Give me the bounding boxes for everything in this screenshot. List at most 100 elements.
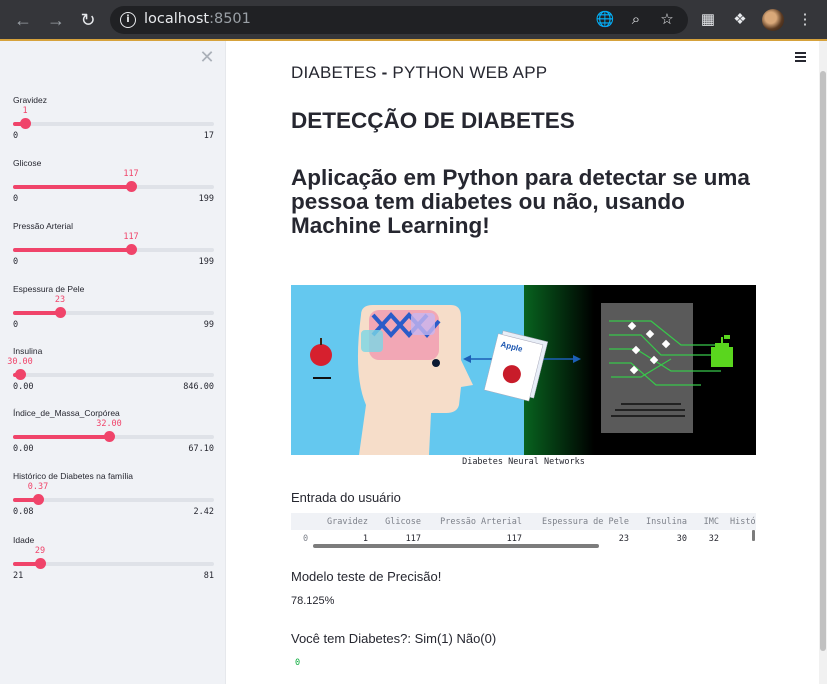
table-column-header[interactable]: Espessura de Pele	[542, 517, 629, 527]
page-scrollbar-thumb[interactable]	[820, 71, 826, 651]
slider-value: 1	[22, 106, 28, 116]
table-column-header[interactable]: Glicose	[385, 517, 421, 527]
user-input-table[interactable]: Gravidez Glicose Pressão Arterial Espessura…	[291, 513, 756, 549]
slider-track[interactable]	[13, 311, 214, 315]
slider-thumb[interactable]	[33, 494, 44, 505]
slider-value: 29	[34, 546, 46, 556]
slider-min: 0	[13, 194, 19, 204]
slider-max: 17	[203, 131, 214, 141]
slider-value: 23	[54, 295, 66, 305]
table-horizontal-scrollbar[interactable]	[313, 544, 599, 548]
page-subheading: Aplicação em Python para detectar se uma…	[291, 165, 750, 238]
table-column-header[interactable]: Histó	[730, 517, 756, 527]
accuracy-label: Modelo teste de Precisão!	[291, 569, 442, 584]
slider-min: 0.00	[13, 444, 34, 454]
table-cell[interactable]: 23	[619, 534, 629, 544]
forward-arrow-icon[interactable]: →	[45, 9, 67, 31]
slider-max: 99	[203, 320, 214, 330]
slider-value: 32.00	[96, 419, 122, 429]
slider-max: 199	[198, 257, 214, 267]
slider-value: 0.37	[27, 482, 49, 492]
slider-thumb[interactable]	[20, 118, 31, 129]
zoom-icon[interactable]: ⌕	[626, 10, 646, 30]
slider-max: 846.00	[183, 382, 214, 392]
slider-label: Pressão Arterial	[13, 221, 73, 231]
url-text[interactable]: localhost:8501	[144, 11, 251, 27]
slider-fill	[13, 185, 131, 189]
table-cell[interactable]: 1	[363, 534, 368, 544]
accuracy-value: 78.125%	[291, 595, 335, 607]
slider-fill	[13, 311, 60, 315]
table-row-index: 0	[303, 534, 309, 544]
slider-thumb[interactable]	[104, 431, 115, 442]
hamburger-menu-icon[interactable]	[795, 52, 809, 64]
slider-value: 117	[123, 169, 139, 179]
table-column-header[interactable]: Gravidez	[327, 517, 368, 527]
slider-min: 0	[13, 320, 19, 330]
slider-track[interactable]	[13, 122, 214, 126]
profile-avatar[interactable]	[762, 9, 784, 31]
slider-track[interactable]	[13, 185, 214, 189]
slider-fill	[13, 248, 131, 252]
prediction-label: Você tem Diabetes?: Sim(1) Não(0)	[291, 631, 497, 646]
slider-thumb[interactable]	[15, 369, 26, 380]
table-column-header[interactable]: Pressão Arterial	[440, 517, 522, 527]
table-column-header[interactable]: Insulina	[646, 517, 687, 527]
slider-value: 117	[123, 232, 139, 242]
close-sidebar-icon[interactable]: ✕	[199, 48, 215, 66]
extension-icon[interactable]: ▦	[697, 9, 719, 31]
slider-value: 30.00	[7, 357, 33, 367]
translate-icon[interactable]: 🌐	[595, 10, 615, 30]
page-heading: DETECÇÃO DE DIABETES	[291, 108, 575, 133]
slider-label: Insulina	[13, 346, 43, 356]
puzzle-extensions-icon[interactable]: ❖	[729, 9, 751, 31]
slider-1[interactable]: Glicose 117 0 199	[13, 158, 214, 210]
table-cell[interactable]: 117	[406, 534, 421, 544]
user-input-label: Entrada do usuário	[291, 490, 401, 505]
slider-2[interactable]: Pressão Arterial 117 0 199	[13, 221, 214, 273]
table-cell[interactable]: 32	[709, 534, 719, 544]
slider-label: Índice_de_Massa_Corpórea	[13, 408, 120, 418]
slider-5[interactable]: Índice_de_Massa_Corpórea 32.00 0.00 67.10	[13, 408, 214, 460]
slider-3[interactable]: Espessura de Pele 23 0 99	[13, 284, 214, 336]
slider-thumb[interactable]	[126, 181, 137, 192]
table-cell[interactable]: 117	[507, 534, 522, 544]
slider-fill	[13, 435, 109, 439]
address-bar[interactable]: i localhost:8501 🌐 ⌕ ☆	[110, 6, 688, 34]
reload-icon[interactable]: ↻	[77, 9, 99, 31]
site-info-icon[interactable]: i	[120, 12, 136, 28]
kebab-menu-icon[interactable]: ⋮	[794, 9, 816, 31]
slider-thumb[interactable]	[35, 558, 46, 569]
slider-4[interactable]: Insulina 30.00 0.00 846.00	[7, 346, 214, 398]
slider-track[interactable]	[13, 248, 214, 252]
slider-thumb[interactable]	[55, 307, 66, 318]
slider-min: 0	[13, 131, 19, 141]
browser-toolbar: ← → ↻ i localhost:8501 🌐 ⌕ ☆ ▦ ❖ ⋮	[0, 0, 827, 40]
slider-7[interactable]: Idade 29 21 81	[13, 535, 214, 587]
slider-label: Gravidez	[13, 95, 48, 105]
slider-label: Idade	[13, 535, 35, 545]
table-vertical-scrollbar[interactable]	[752, 530, 755, 541]
table-cell[interactable]: 30	[677, 534, 687, 544]
slider-6[interactable]: Histórico de Diabetes na família 0.37 0.08…	[13, 471, 214, 523]
slider-max: 199	[198, 194, 214, 204]
slider-max: 67.10	[188, 444, 214, 454]
slider-max: 81	[203, 571, 214, 581]
bookmark-star-icon[interactable]: ☆	[657, 10, 677, 30]
back-arrow-icon[interactable]: ←	[12, 9, 34, 31]
table-column-header[interactable]: IMC	[704, 517, 719, 527]
slider-thumb[interactable]	[126, 244, 137, 255]
slider-min: 21	[13, 571, 24, 581]
slider-max: 2.42	[193, 507, 214, 517]
app-title: DIABETES - PYTHON WEB APP	[291, 63, 548, 82]
slider-track[interactable]	[13, 373, 214, 377]
slider-min: 0	[13, 257, 19, 267]
image-caption: Diabetes Neural Networks	[462, 457, 585, 467]
slider-label: Histórico de Diabetes na família	[13, 471, 134, 481]
prediction-value: 0	[295, 658, 301, 668]
slider-0[interactable]: Gravidez 1 0 17	[13, 95, 214, 147]
diabetes-neural-network-image: Apple	[291, 285, 756, 455]
page-scrollbar[interactable]	[819, 41, 827, 684]
slider-min: 0.08	[13, 507, 34, 517]
slider-label: Espessura de Pele	[13, 284, 85, 294]
